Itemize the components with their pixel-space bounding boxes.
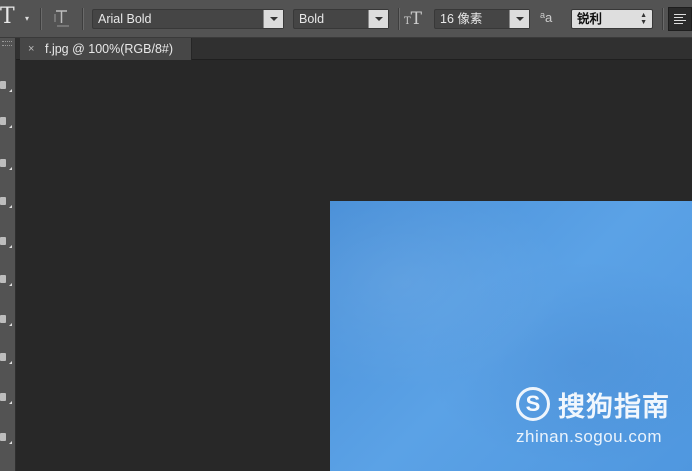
options-bar: T ▾ Arial Bold Bold TT 16 像素 aa 锐利 ▲ ▼ xyxy=(0,0,692,38)
antialias-icon: aa xyxy=(540,10,552,25)
chevron-down-icon[interactable] xyxy=(368,10,388,28)
stamp-tool-icon[interactable] xyxy=(0,348,14,366)
close-icon[interactable]: × xyxy=(28,38,34,60)
separator xyxy=(82,8,84,30)
font-size-select[interactable]: 16 像素 xyxy=(434,9,530,29)
antialias-value: 锐利 xyxy=(577,12,603,26)
type-tool-icon[interactable]: T xyxy=(0,5,15,29)
crop-tool-icon[interactable] xyxy=(0,192,14,210)
align-line xyxy=(674,23,683,24)
align-line xyxy=(674,20,686,21)
chevron-down-icon[interactable] xyxy=(509,10,529,28)
healing-tool-icon[interactable] xyxy=(0,270,14,288)
move-tool-icon[interactable] xyxy=(0,76,14,94)
align-line xyxy=(674,14,686,15)
align-line xyxy=(674,17,683,18)
separator xyxy=(40,8,42,30)
size-icon-large: T xyxy=(410,9,423,29)
antialias-select[interactable]: 锐利 ▲ ▼ xyxy=(571,9,653,29)
tools-panel xyxy=(0,38,16,471)
separator xyxy=(398,8,400,30)
document-tab[interactable]: × f.jpg @ 100%(RGB/8#) xyxy=(20,38,192,60)
separator xyxy=(662,8,664,30)
down-arrow-icon: ▼ xyxy=(640,19,647,26)
aa-icon-large: a xyxy=(545,10,553,25)
document-canvas-image[interactable]: S 搜狗指南 zhinan.sogou.com xyxy=(330,201,692,471)
font-family-value: Arial Bold xyxy=(98,12,152,26)
lasso-tool-icon[interactable] xyxy=(0,154,14,172)
marquee-tool-icon[interactable] xyxy=(0,112,14,130)
font-style-value: Bold xyxy=(299,12,325,26)
panel-grip[interactable] xyxy=(2,41,12,46)
sogou-logo-icon: S xyxy=(516,387,550,421)
font-size-icon: TT xyxy=(404,9,422,29)
font-size-value: 16 像素 xyxy=(440,12,483,26)
eyedropper-tool-icon[interactable] xyxy=(0,232,14,250)
document-tab-bar: × f.jpg @ 100%(RGB/8#) xyxy=(16,38,692,60)
watermark-url: zhinan.sogou.com xyxy=(516,427,662,446)
brush-tool-icon[interactable] xyxy=(0,310,14,328)
size-icon-small: T xyxy=(404,16,411,27)
eraser-tool-icon[interactable] xyxy=(0,388,14,406)
document-tab-title: f.jpg @ 100%(RGB/8#) xyxy=(45,42,174,56)
tool-preset-caret-icon[interactable]: ▾ xyxy=(25,14,29,23)
gradient-tool-icon[interactable] xyxy=(0,428,14,446)
font-style-select[interactable]: Bold xyxy=(293,9,389,29)
watermark-brand: 搜狗指南 xyxy=(558,392,670,423)
logo-glyph: S xyxy=(525,391,541,416)
align-left-button[interactable] xyxy=(668,7,692,31)
font-family-select[interactable]: Arial Bold xyxy=(92,9,284,29)
text-orientation-icon[interactable] xyxy=(52,8,72,30)
chevron-down-icon[interactable] xyxy=(263,10,283,28)
